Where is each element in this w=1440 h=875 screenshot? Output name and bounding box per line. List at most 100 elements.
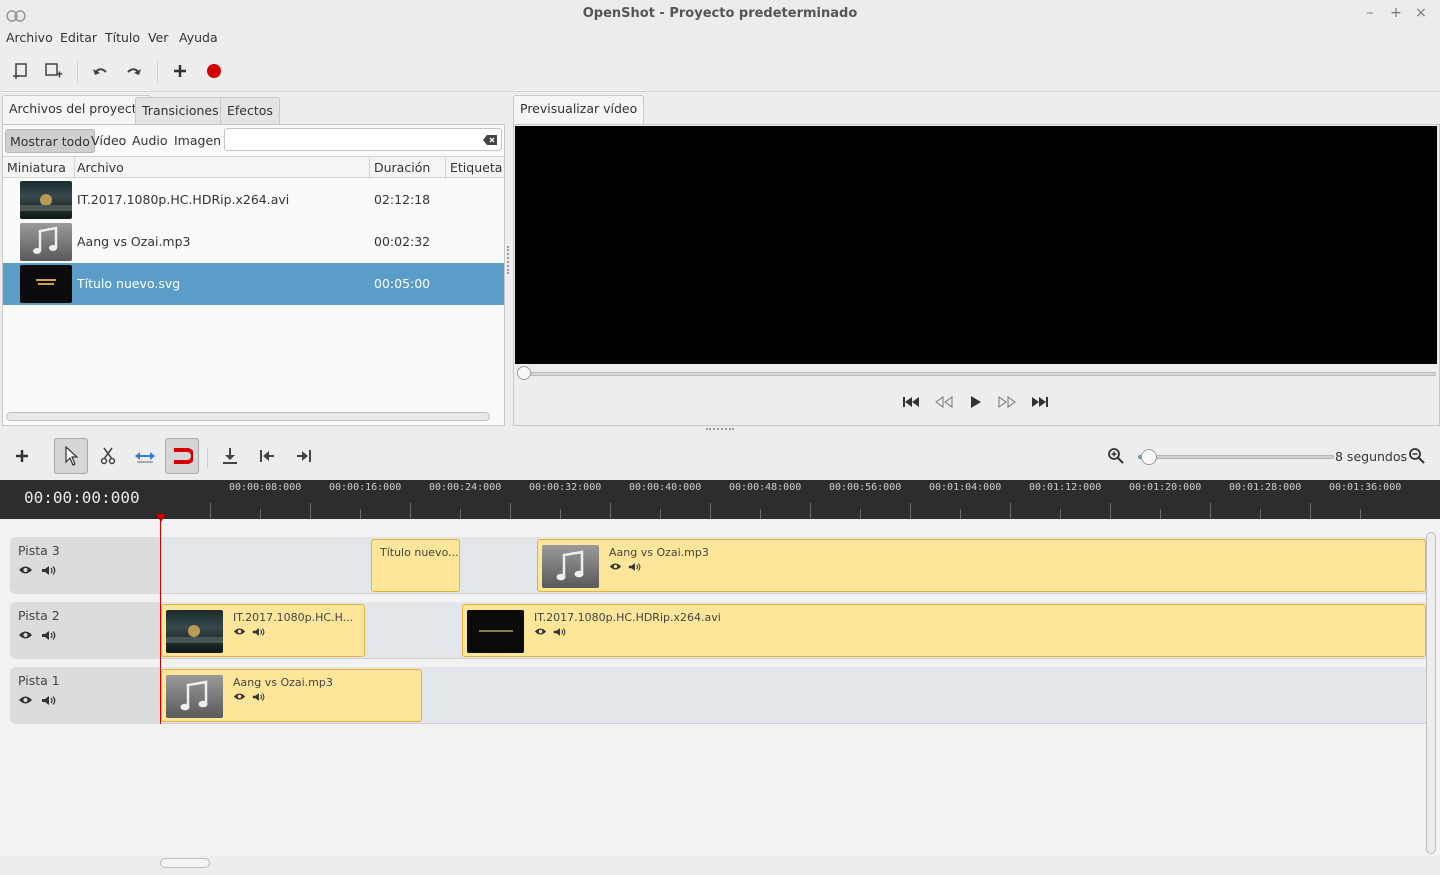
export-video-button[interactable] bbox=[201, 58, 227, 84]
eye-icon[interactable] bbox=[233, 627, 246, 636]
tab-project-files[interactable]: Archivos del proyecto bbox=[2, 95, 152, 124]
zoom-slider-handle[interactable] bbox=[1141, 449, 1157, 465]
zoom-in-icon[interactable] bbox=[1107, 447, 1125, 465]
ruler-time-label: 00:01:04:000 bbox=[929, 482, 1002, 493]
track-lane[interactable]: Título nuevo.... Aang vs Ozai.mp3 bbox=[161, 537, 1426, 594]
speaker-icon[interactable] bbox=[41, 565, 56, 576]
ruler-time-label: 00:00:24:000 bbox=[429, 482, 502, 493]
timeline-clip[interactable]: Aang vs Ozai.mp3 bbox=[161, 669, 422, 722]
razor-tool-button[interactable] bbox=[91, 438, 125, 474]
filter-image[interactable]: Imagen bbox=[170, 129, 225, 153]
track-header[interactable]: Pista 2 bbox=[10, 602, 161, 659]
menu-editar[interactable]: Editar bbox=[60, 30, 97, 45]
tab-effects[interactable]: Efectos bbox=[220, 97, 280, 124]
record-icon bbox=[207, 64, 221, 78]
video-thumbnail bbox=[166, 610, 223, 653]
jump-start-button[interactable] bbox=[900, 393, 922, 411]
col-duration[interactable]: Duración bbox=[374, 160, 430, 175]
timeline-ruler[interactable]: 00:00:00:000 00:00:08:000 00:00:16:000 00:… bbox=[0, 480, 1440, 519]
menu-ver[interactable]: Ver bbox=[148, 30, 168, 45]
rewind-icon bbox=[935, 396, 953, 408]
zoom-slider-track[interactable] bbox=[1138, 455, 1334, 459]
import-files-button[interactable] bbox=[167, 58, 193, 84]
previous-marker-button[interactable] bbox=[250, 438, 284, 474]
speaker-icon[interactable] bbox=[252, 692, 265, 702]
next-marker-button[interactable] bbox=[287, 438, 321, 474]
ruler-time-label: 00:00:32:000 bbox=[529, 482, 602, 493]
ruler-tick bbox=[960, 509, 961, 519]
track-header[interactable]: Pista 1 bbox=[10, 667, 161, 724]
timeline-clip[interactable]: Aang vs Ozai.mp3 bbox=[537, 539, 1426, 592]
filter-video[interactable]: Vídeo bbox=[87, 129, 130, 153]
preview-seek-handle[interactable] bbox=[517, 366, 531, 380]
jump-end-button[interactable] bbox=[1029, 393, 1051, 411]
ruler-tick bbox=[1360, 509, 1361, 519]
tab-transitions[interactable]: Transiciones bbox=[135, 97, 226, 124]
eye-icon[interactable] bbox=[18, 630, 33, 640]
play-button[interactable] bbox=[965, 393, 987, 411]
timeline-clip[interactable]: IT.2017.1080p.HC.H... bbox=[161, 604, 365, 657]
clip-label: Aang vs Ozai.mp3 bbox=[233, 676, 333, 689]
menu-ayuda[interactable]: Ayuda bbox=[179, 30, 218, 45]
col-file[interactable]: Archivo bbox=[77, 160, 124, 175]
playhead-line[interactable] bbox=[160, 514, 161, 724]
track-lane[interactable]: Aang vs Ozai.mp3 bbox=[161, 667, 1426, 724]
menu-titulo[interactable]: Título bbox=[105, 30, 140, 45]
timeline-splitter-handle[interactable] bbox=[706, 428, 734, 430]
fast-forward-button[interactable] bbox=[996, 393, 1018, 411]
file-row[interactable]: Aang vs Ozai.mp3 00:02:32 bbox=[3, 221, 504, 263]
minimize-button[interactable]: – bbox=[1362, 5, 1378, 21]
play-icon bbox=[971, 396, 981, 408]
clear-search-icon[interactable] bbox=[482, 134, 498, 146]
filter-show-all[interactable]: Mostrar todo bbox=[5, 129, 95, 153]
files-horizontal-scrollbar[interactable] bbox=[6, 412, 490, 421]
ruler-tick bbox=[810, 503, 811, 519]
zoom-out-icon[interactable] bbox=[1408, 447, 1426, 465]
timeline-clip[interactable]: IT.2017.1080p.HC.HDRip.x264.avi bbox=[462, 604, 1426, 657]
redo-button[interactable] bbox=[121, 58, 147, 84]
timeline-horizontal-scrollbar[interactable] bbox=[160, 858, 210, 868]
ruler-tick bbox=[260, 509, 261, 519]
menu-archivo[interactable]: Archivo bbox=[6, 30, 53, 45]
speaker-icon[interactable] bbox=[628, 562, 641, 572]
ruler-tick bbox=[1260, 509, 1261, 519]
timeline-vertical-scrollbar[interactable] bbox=[1426, 532, 1436, 854]
eye-icon[interactable] bbox=[534, 627, 547, 636]
panel-splitter-handle[interactable] bbox=[507, 246, 509, 274]
add-track-button[interactable] bbox=[5, 438, 39, 474]
ruler-tick bbox=[1310, 503, 1311, 519]
track-lane[interactable]: IT.2017.1080p.HC.H... IT.2017.1080p.HC.H… bbox=[161, 602, 1426, 659]
file-row[interactable]: IT.2017.1080p.HC.HDRip.x264.avi 02:12:18 bbox=[3, 179, 504, 221]
file-row-selected[interactable]: Título nuevo.svg 00:05:00 bbox=[3, 263, 504, 305]
add-marker-button[interactable] bbox=[213, 438, 247, 474]
speaker-icon[interactable] bbox=[41, 695, 56, 706]
snapping-toggle-button[interactable] bbox=[128, 438, 162, 474]
timeline-toolbar: 8 segundos bbox=[0, 434, 1440, 480]
track-name: Pista 1 bbox=[18, 673, 60, 688]
search-input[interactable] bbox=[224, 128, 502, 151]
filter-audio[interactable]: Audio bbox=[128, 129, 172, 153]
file-duration: 00:05:00 bbox=[374, 276, 431, 291]
new-project-button[interactable] bbox=[7, 58, 33, 84]
speaker-icon[interactable] bbox=[553, 627, 566, 637]
col-tag[interactable]: Etiqueta bbox=[450, 160, 502, 175]
undo-button[interactable] bbox=[87, 58, 113, 84]
eye-icon[interactable] bbox=[18, 565, 33, 575]
open-project-button[interactable] bbox=[41, 58, 67, 84]
speaker-icon[interactable] bbox=[41, 630, 56, 641]
track-header[interactable]: Pista 3 bbox=[10, 537, 161, 594]
magnet-toggle-button[interactable] bbox=[165, 438, 199, 474]
rewind-button[interactable] bbox=[933, 393, 955, 411]
select-tool-button[interactable] bbox=[54, 438, 88, 474]
timeline-clip[interactable]: Título nuevo.... bbox=[371, 539, 460, 592]
eye-icon[interactable] bbox=[609, 562, 622, 571]
col-thumbnail[interactable]: Miniatura bbox=[7, 160, 66, 175]
preview-seek-bar[interactable] bbox=[522, 372, 1436, 376]
close-button[interactable]: × bbox=[1413, 5, 1429, 21]
playhead-handle[interactable] bbox=[156, 514, 166, 522]
eye-icon[interactable] bbox=[233, 692, 246, 701]
tab-video-preview[interactable]: Previsualizar vídeo bbox=[513, 95, 645, 124]
maximize-button[interactable]: + bbox=[1388, 5, 1404, 21]
eye-icon[interactable] bbox=[18, 695, 33, 705]
speaker-icon[interactable] bbox=[252, 627, 265, 637]
